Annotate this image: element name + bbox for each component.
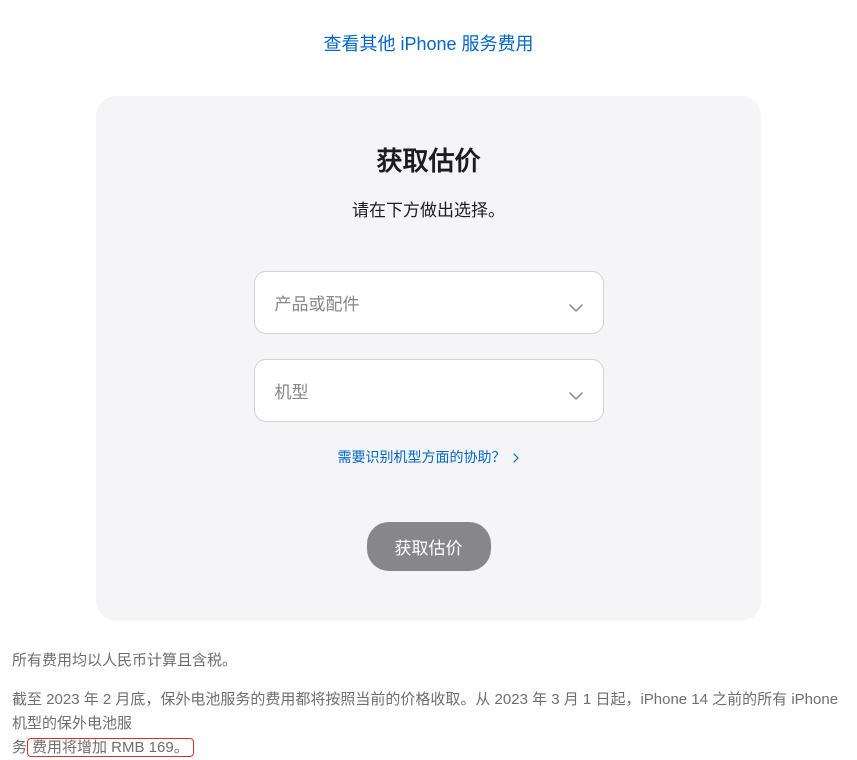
help-link-wrapper: 需要识别机型方面的协助？ — [136, 447, 721, 467]
estimate-card: 获取估价 请在下方做出选择。 产品或配件 机型 需要识别机型方面的协助？ 获取估… — [96, 96, 761, 621]
identify-model-help-link[interactable]: 需要识别机型方面的协助？ — [338, 449, 520, 465]
footer-tax-note: 所有费用均以人民币计算且含税。 — [12, 649, 845, 670]
view-other-fees-link[interactable]: 查看其他 iPhone 服务费用 — [323, 34, 533, 54]
model-dropdown-label: 机型 — [275, 378, 309, 403]
footer-price-note: 截至 2023 年 2 月底，保外电池服务的费用都将按照当前的价格收取。从 20… — [12, 688, 845, 760]
get-estimate-button[interactable]: 获取估价 — [367, 522, 491, 571]
chevron-right-icon — [513, 449, 519, 465]
price-increase-highlight: 费用将增加 RMB 169。 — [27, 738, 194, 757]
product-dropdown[interactable]: 产品或配件 — [254, 271, 604, 334]
chevron-down-icon — [569, 299, 583, 307]
footer-price-text-1: 截至 2023 年 2 月底，保外电池服务的费用都将按照当前的价格收取。从 20… — [12, 691, 838, 732]
card-subtitle: 请在下方做出选择。 — [136, 196, 721, 221]
card-title: 获取估价 — [136, 141, 721, 178]
footer-price-text-2a: 务 — [12, 739, 27, 756]
product-dropdown-label: 产品或配件 — [275, 290, 360, 315]
model-dropdown[interactable]: 机型 — [254, 359, 604, 422]
help-link-text: 需要识别机型方面的协助？ — [338, 449, 506, 465]
chevron-down-icon — [569, 387, 583, 395]
footer-text: 所有费用均以人民币计算且含税。 截至 2023 年 2 月底，保外电池服务的费用… — [10, 649, 847, 760]
top-link-wrapper: 查看其他 iPhone 服务费用 — [10, 30, 847, 56]
